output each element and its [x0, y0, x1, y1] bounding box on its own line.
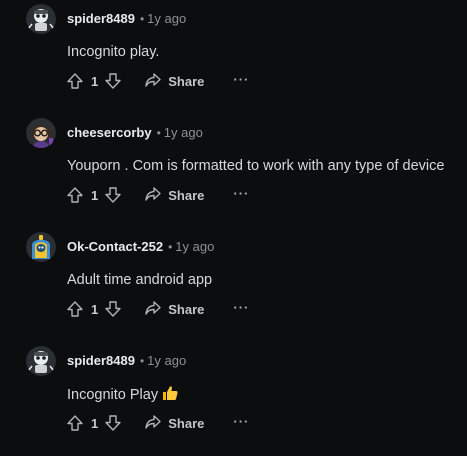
share-icon	[144, 413, 162, 434]
comment-actions: 1 Share ···	[66, 185, 249, 205]
separator-dot: •	[139, 354, 145, 368]
share-label: Share	[168, 301, 205, 317]
vote-score: 1	[91, 301, 99, 317]
upvote-icon[interactable]	[66, 186, 84, 204]
share-icon	[144, 299, 162, 320]
username[interactable]: spider8489	[67, 353, 135, 368]
comment-text: Incognito play.	[67, 44, 160, 60]
avatar[interactable]	[26, 232, 56, 262]
username[interactable]: Ok-Contact-252	[67, 239, 163, 254]
robot-spider-avatar-icon	[26, 346, 56, 376]
username[interactable]: cheesercorby	[67, 125, 152, 140]
comment: cheesercorby • 1y ago Youporn . Com is for…	[0, 114, 467, 228]
separator-dot: •	[168, 240, 173, 254]
vote-group: 1	[66, 186, 122, 204]
upvote-icon[interactable]	[66, 300, 84, 318]
upvote-icon[interactable]	[66, 414, 84, 432]
thumbs-up-emoji-icon	[161, 384, 179, 408]
comment-text: Youporn . Com is formatted to work with …	[67, 158, 445, 174]
comment-text: Adult time android app	[67, 272, 213, 288]
vote-score: 1	[91, 415, 99, 431]
avatar[interactable]	[26, 4, 56, 34]
timestamp[interactable]: 1y ago	[147, 11, 186, 26]
separator-dot: •	[139, 12, 145, 26]
downvote-icon[interactable]	[104, 300, 122, 318]
timestamp[interactable]: 1y ago	[175, 239, 214, 254]
downvote-icon[interactable]	[104, 414, 122, 432]
comment: Ok-Contact-252 • 1y ago Adult time android…	[0, 228, 467, 342]
comment-text: Incognito Play	[67, 384, 179, 408]
vote-group: 1	[66, 72, 122, 90]
timestamp[interactable]: 1y ago	[147, 353, 186, 368]
share-icon	[144, 71, 162, 92]
downvote-icon[interactable]	[104, 72, 122, 90]
more-options-button[interactable]: ···	[233, 300, 249, 315]
glasses-avatar-icon	[26, 118, 56, 148]
comment-actions: 1 Share ···	[66, 299, 249, 319]
share-label: Share	[168, 187, 205, 203]
timestamp[interactable]: 1y ago	[164, 125, 203, 140]
yellow-hooded-avatar-icon	[26, 232, 56, 262]
avatar[interactable]	[26, 346, 56, 376]
upvote-icon[interactable]	[66, 72, 84, 90]
comment: spider8489 • 1y ago Incognito play. 1 Shar…	[0, 0, 467, 114]
share-label: Share	[168, 415, 205, 431]
more-options-button[interactable]: ···	[233, 72, 249, 87]
avatar[interactable]	[26, 118, 56, 148]
share-button[interactable]: Share	[144, 299, 204, 320]
comment-actions: 1 Share ···	[66, 71, 249, 91]
share-icon	[144, 185, 162, 206]
comment-meta: spider8489 • 1y ago	[67, 11, 186, 27]
downvote-icon[interactable]	[104, 186, 122, 204]
comment: spider8489 • 1y ago Incognito Play 1 Share…	[0, 342, 467, 456]
vote-score: 1	[91, 73, 99, 89]
comment-meta: Ok-Contact-252 • 1y ago	[67, 239, 214, 255]
more-options-button[interactable]: ···	[233, 186, 249, 201]
comment-text-content: Incognito Play	[67, 387, 159, 403]
username[interactable]: spider8489	[67, 11, 135, 26]
share-label: Share	[168, 73, 205, 89]
separator-dot: •	[156, 126, 161, 140]
vote-score: 1	[91, 187, 99, 203]
share-button[interactable]: Share	[144, 71, 204, 92]
comment-actions: 1 Share ···	[66, 413, 249, 433]
comment-meta: spider8489 • 1y ago	[67, 353, 186, 369]
robot-spider-avatar-icon	[26, 4, 56, 34]
more-options-button[interactable]: ···	[233, 414, 249, 429]
comment-meta: cheesercorby • 1y ago	[67, 125, 203, 141]
share-button[interactable]: Share	[144, 413, 204, 434]
share-button[interactable]: Share	[144, 185, 204, 206]
vote-group: 1	[66, 414, 122, 432]
vote-group: 1	[66, 300, 122, 318]
